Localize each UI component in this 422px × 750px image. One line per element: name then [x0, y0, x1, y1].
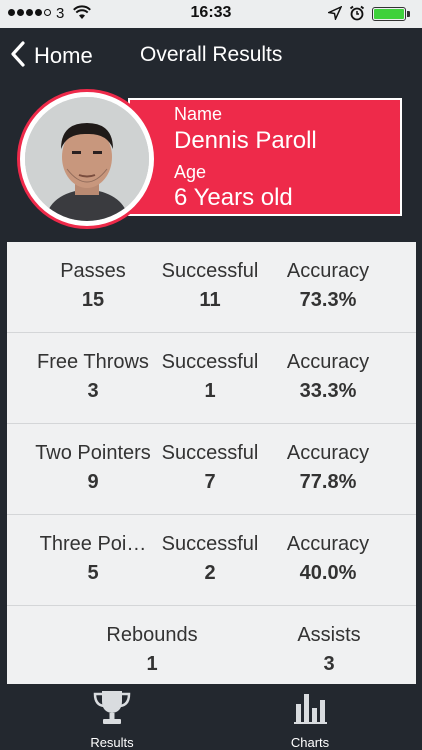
player-info-card: Name Dennis Paroll Age 6 Years old [128, 98, 402, 216]
bar-chart-icon [293, 694, 327, 730]
back-button[interactable]: Home [10, 40, 93, 72]
stat-label: Two Pointers [35, 442, 151, 464]
stat-value: 15 [81, 289, 105, 311]
stat-label: Passes [60, 260, 126, 282]
battery-icon [372, 7, 406, 21]
avatar-frame [17, 89, 157, 229]
successful-label: Successful [161, 533, 259, 555]
accuracy-label: Accuracy [286, 260, 370, 282]
successful-value: 2 [204, 562, 216, 584]
location-arrow-icon [326, 5, 343, 25]
navigation-bar: Home Overall Results [0, 28, 422, 84]
tab-results-label: Results [90, 735, 134, 750]
accuracy-label: Accuracy [286, 442, 370, 464]
accuracy-value: 40.0% [299, 562, 357, 584]
status-bar: 3 16:33 [0, 0, 422, 28]
successful-label: Successful [161, 442, 259, 464]
rebounds-value: 1 [146, 653, 158, 675]
successful-label: Successful [161, 351, 259, 373]
stats-table: Passes 15 Successful 11 Accuracy 73.3% Free… [7, 242, 416, 684]
player-profile: Name Dennis Paroll Age 6 Years old [0, 84, 422, 236]
accuracy-value: 73.3% [299, 289, 357, 311]
chevron-left-icon [10, 40, 26, 72]
rebounds-label: Rebounds [106, 624, 198, 646]
stat-row-free-throws: Free Throws 3 Successful 1 Accuracy 33.3% [7, 333, 416, 424]
accuracy-label: Accuracy [286, 351, 370, 373]
stat-row-three-pointers: Three Poi… 5 Successful 2 Accuracy 40.0% [7, 515, 416, 606]
tab-bar: Results Charts [0, 684, 422, 750]
stat-value: 9 [87, 471, 99, 493]
battery-tip [407, 11, 410, 17]
assists-label: Assists [297, 624, 361, 646]
tab-charts[interactable]: Charts [250, 688, 370, 750]
trophy-icon [92, 691, 132, 730]
stat-value: 3 [87, 380, 99, 402]
stat-label: Free Throws [37, 351, 149, 373]
avatar [25, 97, 149, 221]
name-label: Name [174, 104, 223, 124]
accuracy-value: 33.3% [299, 380, 357, 402]
tab-charts-label: Charts [290, 735, 330, 750]
accuracy-label: Accuracy [286, 533, 370, 555]
player-name: Dennis Paroll [174, 127, 317, 154]
player-age: 6 Years old [174, 184, 293, 211]
successful-value: 1 [204, 380, 216, 402]
successful-value: 11 [199, 289, 221, 311]
assists-value: 3 [323, 653, 335, 675]
stat-label: Three Poi… [39, 533, 147, 555]
page-title: Overall Results [140, 43, 283, 66]
accuracy-value: 77.8% [299, 471, 357, 493]
stat-row-two-pointers: Two Pointers 9 Successful 7 Accuracy 77.8% [7, 424, 416, 515]
successful-value: 7 [204, 471, 216, 493]
alarm-clock-icon [349, 5, 365, 26]
age-label: Age [174, 162, 207, 182]
stat-row-rebounds-assists: Rebounds 1 Assists 3 [7, 606, 416, 684]
stat-value: 5 [87, 562, 99, 584]
back-button-label: Home [34, 43, 93, 68]
successful-label: Successful [161, 260, 259, 282]
stat-row-passes: Passes 15 Successful 11 Accuracy 73.3% [7, 242, 416, 333]
tab-results[interactable]: Results [52, 688, 172, 750]
